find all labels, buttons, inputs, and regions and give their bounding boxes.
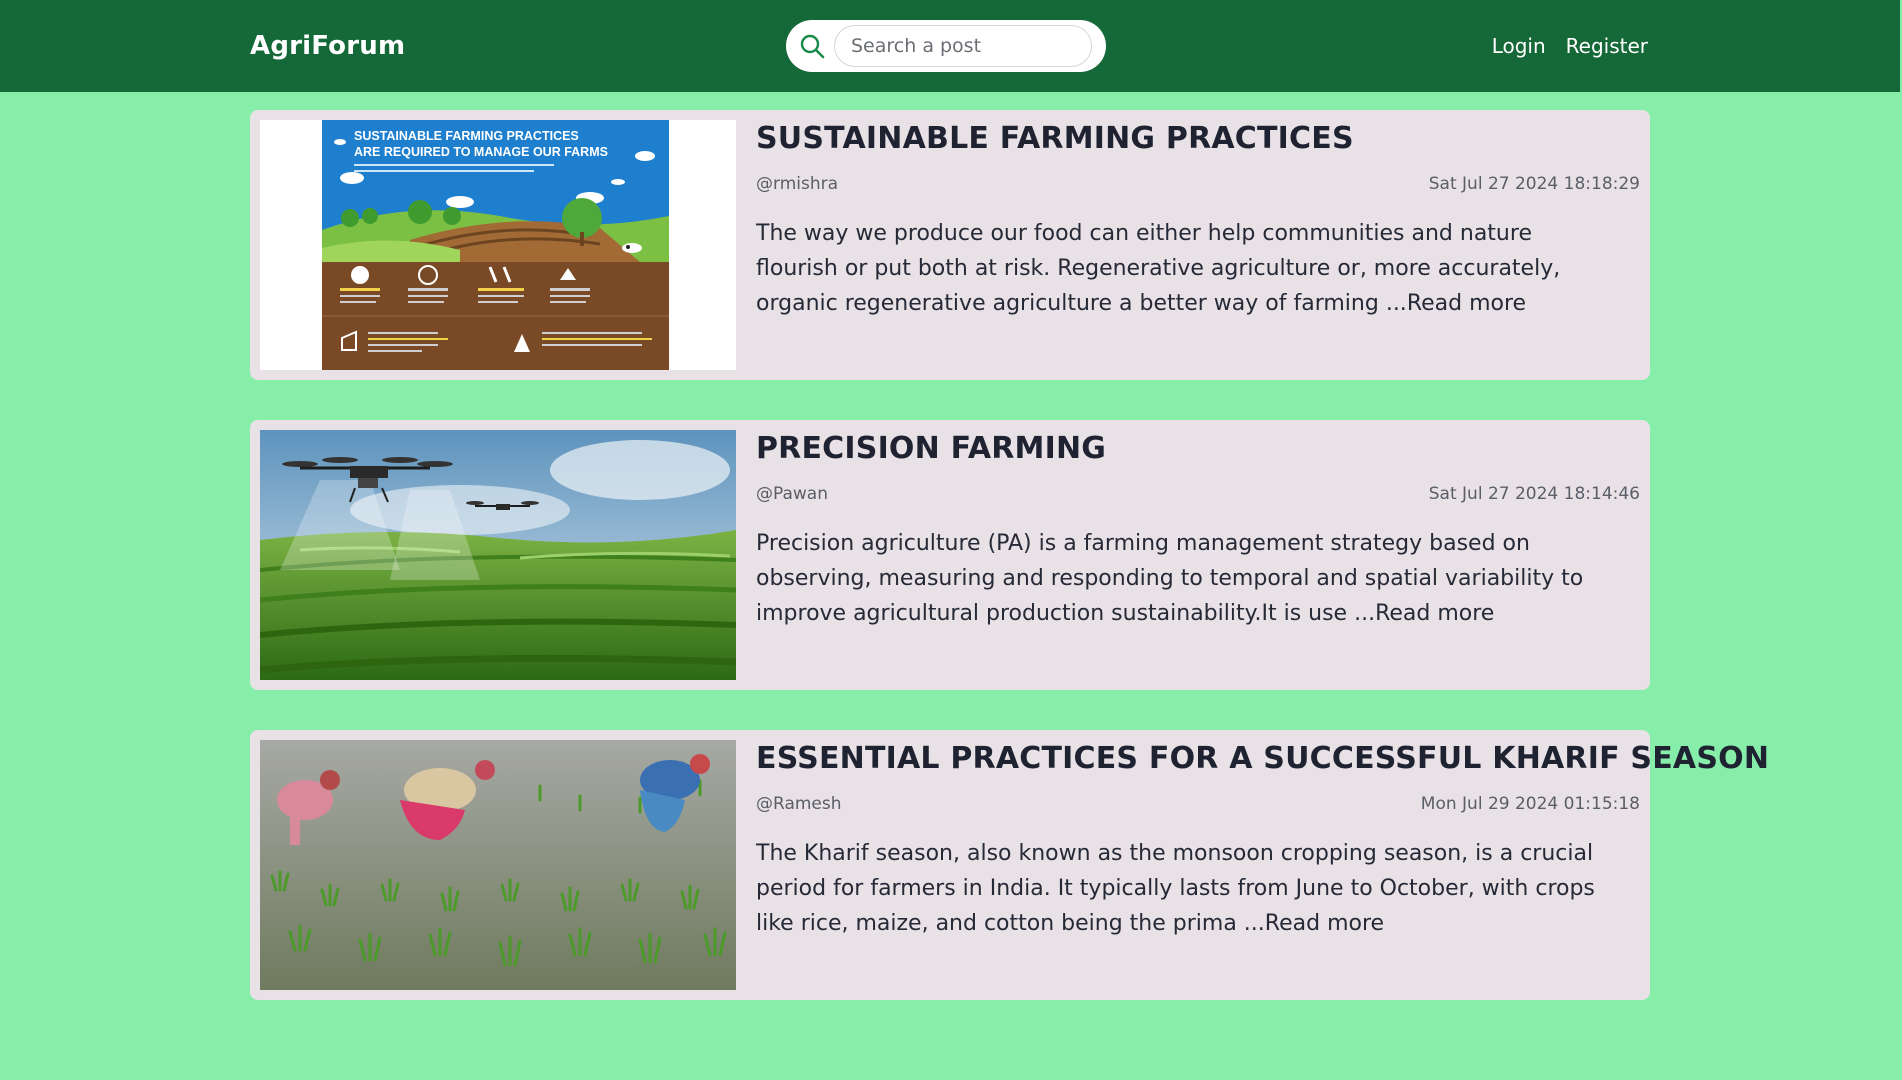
infographic-image: SUSTAINABLE FARMING PRACTICES ARE REQUIR…	[260, 120, 736, 370]
login-link[interactable]: Login	[1492, 34, 1546, 58]
paddy-field-image	[260, 740, 736, 990]
navbar: AgriForum Login Register	[0, 0, 1900, 92]
post-excerpt-text: The Kharif season, also known as the mon…	[756, 841, 1595, 936]
post-excerpt: Precision agriculture (PA) is a farming …	[756, 526, 1616, 631]
search-icon[interactable]	[798, 32, 826, 60]
post-card[interactable]: ESSENTIAL PRACTICES FOR A SUCCESSFUL KHA…	[250, 730, 1769, 1000]
read-more-link[interactable]: Read more	[1407, 291, 1526, 316]
search-input[interactable]	[834, 25, 1092, 67]
post-date: Mon Jul 29 2024 01:15:18	[1420, 794, 1640, 814]
drone-field-image	[260, 430, 736, 680]
post-author: @Ramesh	[756, 794, 842, 814]
post-excerpt: The way we produce our food can either h…	[756, 216, 1616, 321]
post-author: @Pawan	[756, 484, 829, 504]
post-thumbnail[interactable]	[260, 430, 736, 680]
read-more-link[interactable]: Read more	[1375, 601, 1494, 626]
nav-links: Login Register	[1492, 34, 1648, 58]
post-thumbnail[interactable]	[260, 740, 736, 990]
post-author: @rmishra	[756, 174, 839, 194]
post-card[interactable]: SUSTAINABLE FARMING PRACTICES ARE REQUIR…	[250, 110, 1650, 380]
infographic-heading-1: SUSTAINABLE FARMING PRACTICES	[354, 129, 579, 143]
post-excerpt: The Kharif season, also known as the mon…	[756, 836, 1616, 941]
infographic-heading-2: ARE REQUIRED TO MANAGE OUR FARMS	[354, 145, 608, 159]
post-date: Sat Jul 27 2024 18:18:29	[1428, 174, 1640, 194]
post-thumbnail[interactable]: SUSTAINABLE FARMING PRACTICES ARE REQUIR…	[260, 120, 736, 370]
post-title[interactable]: PRECISION FARMING	[756, 431, 1106, 466]
post-title[interactable]: SUSTAINABLE FARMING PRACTICES	[756, 121, 1354, 156]
post-title[interactable]: ESSENTIAL PRACTICES FOR A SUCCESSFUL KHA…	[756, 741, 1769, 776]
brand-logo[interactable]: AgriForum	[250, 31, 405, 61]
search-bar	[786, 20, 1106, 72]
register-link[interactable]: Register	[1566, 34, 1648, 58]
read-more-link[interactable]: Read more	[1265, 911, 1384, 936]
post-card[interactable]: PRECISION FARMING @Pawan Sat Jul 27 2024…	[250, 420, 1650, 690]
post-date: Sat Jul 27 2024 18:14:46	[1428, 484, 1640, 504]
